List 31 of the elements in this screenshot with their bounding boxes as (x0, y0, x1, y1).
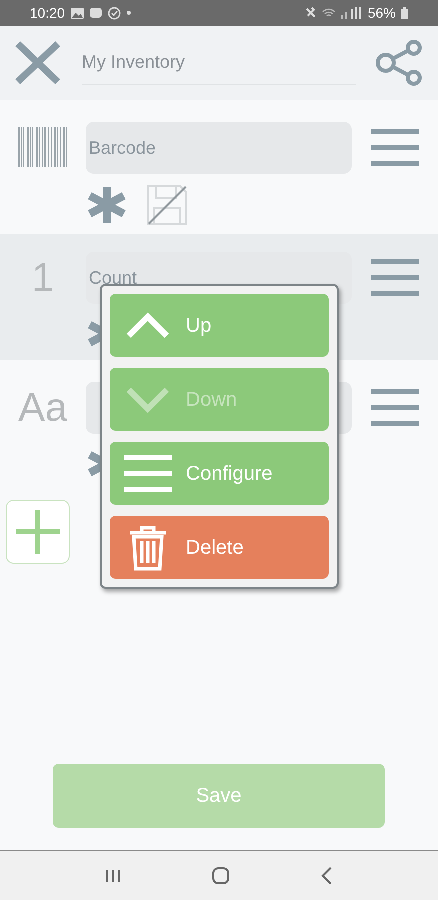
menu-icon[interactable] (371, 257, 419, 299)
check-circle-icon (108, 6, 122, 20)
plus-icon (14, 508, 62, 556)
battery-icon (401, 7, 408, 19)
chevron-down-icon (126, 386, 170, 414)
menu-icon[interactable] (371, 387, 419, 429)
menu-icon[interactable] (371, 127, 419, 169)
text-icon: Aa (18, 388, 68, 428)
battery-percent: 56% (368, 4, 396, 22)
title-field[interactable]: My Inventory (82, 41, 356, 85)
trash-icon (128, 524, 168, 570)
back-icon[interactable] (320, 866, 333, 884)
asterisk-icon[interactable] (86, 185, 128, 225)
menu-option[interactable]: Up (110, 294, 329, 357)
message-icon (90, 8, 102, 18)
field-input[interactable]: Barcode (86, 122, 352, 174)
signal-icon (340, 7, 363, 19)
wifi-icon (322, 8, 336, 18)
menu-option[interactable]: Configure (110, 442, 329, 505)
clock: 10:20 (30, 4, 66, 22)
recent-apps-icon[interactable] (105, 868, 122, 882)
close-icon[interactable] (14, 40, 62, 86)
menu-option[interactable]: Delete (110, 516, 329, 579)
chevron-up-icon (126, 312, 170, 340)
dot-icon (127, 11, 132, 15)
image-icon (71, 8, 84, 18)
barcode-icon (18, 127, 68, 169)
add-field-button[interactable] (6, 500, 70, 564)
menu-icon (124, 452, 172, 494)
home-icon[interactable] (212, 866, 230, 884)
share-icon[interactable] (376, 40, 424, 86)
